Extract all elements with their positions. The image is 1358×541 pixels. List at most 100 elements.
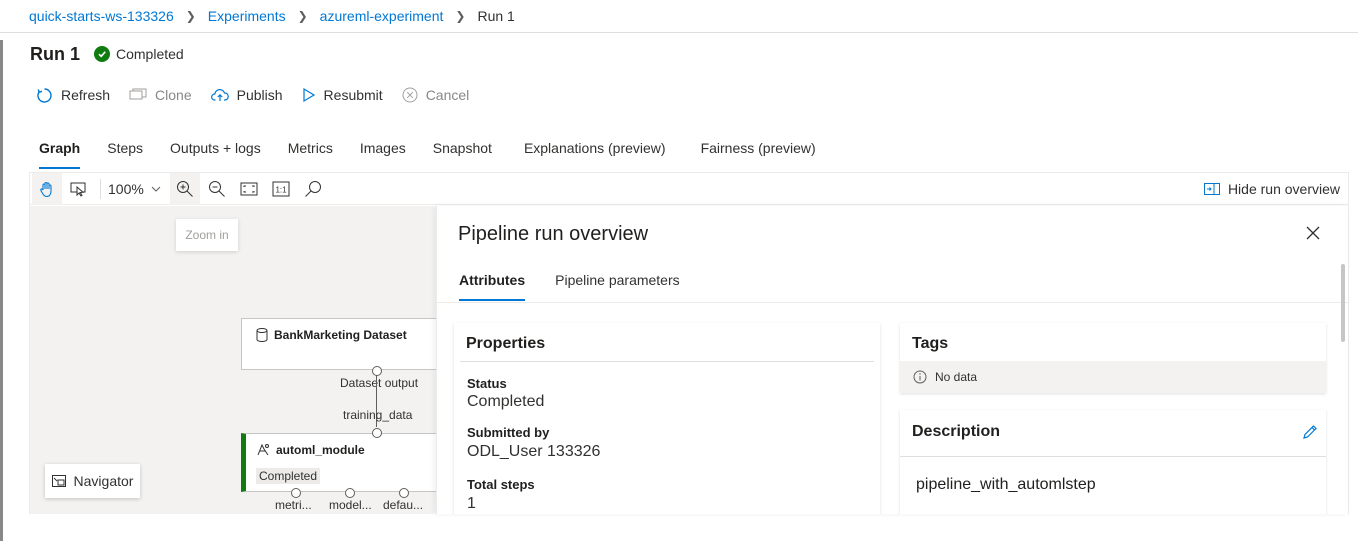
panel-title: Pipeline run overview [458, 223, 649, 245]
dataset-node[interactable]: BankMarketing Dataset [241, 318, 441, 370]
automl-status-tag: Completed [256, 468, 321, 484]
clone-button[interactable]: Clone [129, 87, 192, 103]
description-header: Description [912, 423, 1001, 440]
command-bar: Refresh Clone Publish Resubmit Cancel [36, 85, 488, 105]
panel-scrollbar[interactable] [1341, 264, 1345, 342]
cancel-circle-icon [402, 87, 418, 103]
status-badge: Completed [94, 46, 184, 62]
tab-graph[interactable]: Graph [39, 139, 81, 169]
cancel-label: Cancel [425, 87, 470, 103]
breadcrumb-workspace[interactable]: quick-starts-ws-133326 [29, 8, 174, 24]
tabs-divider [437, 302, 1348, 303]
automl-node-label: automl_module [276, 443, 365, 457]
page-title: Run 1 [30, 44, 81, 64]
output-port-label: defau... [383, 498, 424, 512]
svg-text:1:1: 1:1 [275, 186, 287, 195]
total-steps-label: Total steps [467, 477, 535, 492]
info-icon [913, 370, 927, 384]
clone-label: Clone [155, 87, 192, 103]
fit-screen-icon [240, 182, 258, 196]
output-port-metrics[interactable] [291, 488, 301, 498]
no-data-text: No data [935, 370, 978, 384]
navigator-icon [51, 475, 66, 487]
pan-tool-button[interactable] [32, 173, 62, 205]
chevron-down-icon [151, 186, 161, 192]
training-data-port-label: training_data [343, 408, 413, 422]
pointer-select-icon [70, 182, 86, 197]
description-divider [900, 456, 1326, 457]
play-icon [302, 87, 315, 103]
edit-description-button[interactable] [1302, 424, 1318, 445]
tags-card: Tags No data [900, 323, 1326, 393]
dataset-node-label: BankMarketing Dataset [274, 328, 407, 342]
tab-images[interactable]: Images [360, 139, 406, 169]
refresh-icon [37, 87, 52, 103]
tab-explanations[interactable]: Explanations (preview) [524, 139, 666, 169]
output-port-default[interactable] [399, 488, 409, 498]
breadcrumb-experiment[interactable]: azureml-experiment [320, 8, 444, 24]
cloud-upload-icon [210, 89, 229, 101]
tab-fairness[interactable]: Fairness (preview) [701, 139, 816, 169]
output-port-model[interactable] [345, 488, 355, 498]
properties-header: Properties [466, 335, 546, 352]
chevron-right-icon: ❯ [185, 9, 196, 23]
run-tabs: Graph Steps Outputs + logs Metrics Image… [39, 139, 843, 171]
submitted-by-label: Submitted by [467, 425, 550, 440]
submitted-by-value: ODL_User 133326 [467, 443, 601, 460]
actual-size-button[interactable]: 1:1 [266, 173, 296, 205]
navigator-button[interactable]: Navigator [45, 464, 140, 498]
toolbar-divider [100, 179, 101, 199]
actual-size-icon: 1:1 [272, 181, 290, 197]
total-steps-value: 1 [467, 495, 476, 512]
clone-icon [129, 88, 147, 100]
tags-header: Tags [912, 335, 949, 352]
tab-steps[interactable]: Steps [107, 139, 143, 169]
properties-card: Properties Status Completed Submitted by… [454, 323, 880, 514]
refresh-button[interactable]: Refresh [36, 87, 110, 104]
cancel-button[interactable]: Cancel [402, 87, 470, 103]
tab-metrics[interactable]: Metrics [288, 139, 333, 169]
zoom-in-tooltip: Zoom in [176, 219, 238, 251]
close-button[interactable] [1304, 224, 1322, 242]
zoom-dropdown[interactable]: 100% [108, 181, 161, 197]
description-text: pipeline_with_automlstep [916, 476, 1096, 493]
header-divider [0, 32, 1358, 33]
pipeline-run-overview-panel: Pipeline run overview Attributes Pipelin… [436, 206, 1348, 514]
zoom-value: 100% [108, 181, 144, 197]
status-label: Status [467, 376, 507, 391]
chevron-right-icon: ❯ [297, 9, 308, 23]
search-icon [305, 181, 321, 197]
zoom-out-button[interactable] [202, 173, 232, 205]
refresh-label: Refresh [61, 87, 111, 103]
dataset-output-port[interactable] [372, 366, 382, 376]
tags-empty-state: No data [900, 361, 1326, 393]
status-value: Completed [467, 393, 545, 410]
tab-pipeline-parameters[interactable]: Pipeline parameters [555, 272, 680, 300]
select-tool-button[interactable] [64, 173, 94, 205]
publish-label: Publish [236, 87, 283, 103]
training-data-input-port[interactable] [372, 428, 382, 438]
chevron-right-icon: ❯ [455, 9, 466, 23]
resubmit-button[interactable]: Resubmit [302, 87, 383, 103]
breadcrumb-experiments[interactable]: Experiments [208, 8, 286, 24]
tab-outputs-logs[interactable]: Outputs + logs [170, 139, 261, 169]
tab-snapshot[interactable]: Snapshot [433, 139, 492, 169]
search-button[interactable] [298, 173, 328, 205]
fit-to-screen-button[interactable] [234, 173, 264, 205]
zoom-out-icon [209, 181, 225, 197]
zoom-in-button[interactable] [170, 173, 200, 205]
hand-icon [40, 181, 52, 197]
automl-icon [257, 443, 269, 456]
close-icon [1306, 226, 1320, 240]
hide-run-overview-button[interactable]: Hide run overview [1203, 181, 1340, 197]
check-circle-icon [94, 46, 110, 62]
resubmit-label: Resubmit [323, 87, 383, 103]
output-port-label: model... [329, 498, 372, 512]
zoom-in-icon [177, 181, 193, 197]
publish-button[interactable]: Publish [210, 87, 283, 103]
pencil-icon [1303, 425, 1317, 439]
dataset-node-title: BankMarketing Dataset [256, 328, 407, 342]
panel-icon [1203, 183, 1220, 195]
tab-attributes[interactable]: Attributes [459, 272, 526, 301]
automl-node-title: automl_module [256, 443, 365, 457]
